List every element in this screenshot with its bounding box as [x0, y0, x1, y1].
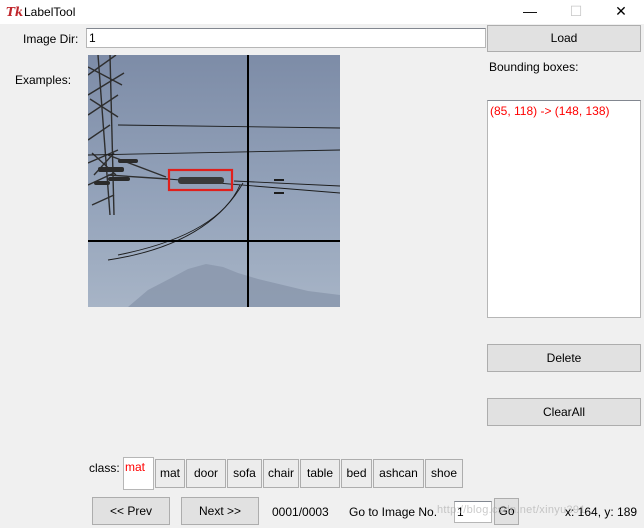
class-button-shoe[interactable]: shoe — [425, 459, 463, 488]
maximize-button[interactable]: ☐ — [553, 0, 599, 24]
class-button-mat[interactable]: mat — [155, 459, 185, 488]
minimize-button[interactable]: — — [507, 0, 553, 24]
class-label: class: — [89, 461, 120, 475]
tk-feather-icon: Tk — [6, 5, 24, 19]
close-button[interactable]: ✕ — [598, 0, 644, 24]
bounding-box-item[interactable]: (85, 118) -> (148, 138) — [490, 104, 610, 118]
class-button-bed[interactable]: bed — [341, 459, 372, 488]
image-dir-input[interactable]: 1 — [86, 28, 486, 48]
class-button-sofa[interactable]: sofa — [227, 459, 262, 488]
window-title: LabelTool — [24, 5, 76, 19]
examples-label: Examples: — [15, 73, 72, 87]
goto-label: Go to Image No. — [349, 505, 438, 519]
class-button-ashcan[interactable]: ashcan — [373, 459, 424, 488]
class-input[interactable]: mat — [123, 457, 154, 490]
bounding-boxes-list[interactable]: (85, 118) -> (148, 138) — [487, 100, 641, 318]
prev-button[interactable]: << Prev — [92, 497, 170, 525]
delete-button[interactable]: Delete — [487, 344, 641, 372]
class-button-chair[interactable]: chair — [263, 459, 299, 488]
bounding-boxes-label: Bounding boxes: — [489, 60, 579, 74]
clear-all-button[interactable]: ClearAll — [487, 398, 641, 426]
progress-label: 0001/0003 — [272, 505, 329, 519]
class-button-table[interactable]: table — [300, 459, 340, 488]
title-bar: Tk LabelTool — ☐ ✕ — [0, 0, 644, 24]
image-dir-label: Image Dir: — [23, 32, 79, 46]
load-button[interactable]: Load — [487, 25, 641, 52]
cursor-readout: x: 164, y: 189 — [565, 505, 638, 519]
image-canvas[interactable] — [88, 55, 340, 307]
class-button-door[interactable]: door — [186, 459, 226, 488]
image-canvas-content — [88, 55, 340, 307]
next-button[interactable]: Next >> — [181, 497, 259, 525]
watermark: http://blog.csdn.net/xinyu391 — [437, 504, 586, 516]
